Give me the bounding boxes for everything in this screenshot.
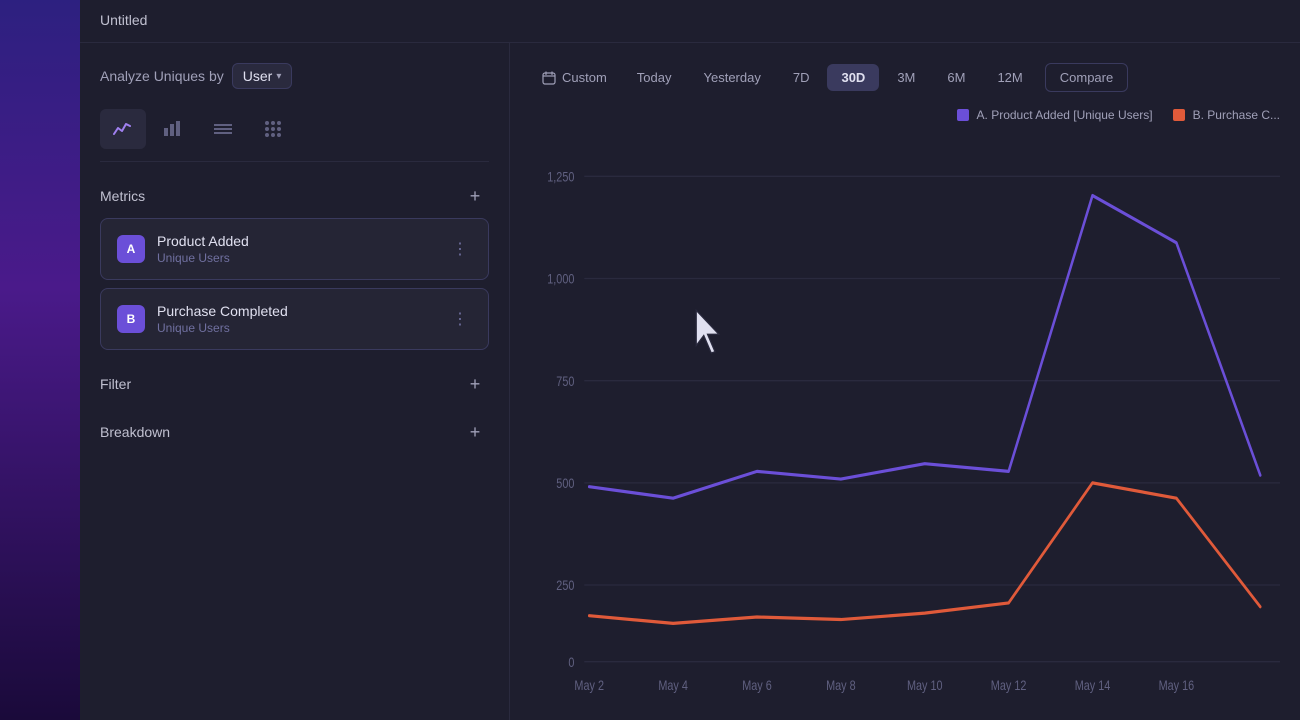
tab-grid-chart[interactable] — [250, 109, 296, 149]
series-b-line — [589, 483, 1260, 624]
main-content: Untitled Analyze Uniques by User ▾ — [80, 0, 1300, 720]
time-btn-30d[interactable]: 30D — [827, 64, 879, 91]
sidebar: Analyze Uniques by User ▾ — [80, 43, 510, 720]
tab-bar-chart[interactable] — [150, 109, 196, 149]
svg-text:0: 0 — [568, 654, 574, 670]
svg-text:May 8: May 8 — [826, 677, 856, 693]
svg-text:May 2: May 2 — [574, 677, 604, 693]
filter-title: Filter — [100, 376, 131, 392]
legend-dot-b — [1173, 109, 1185, 121]
metric-sub-a: Unique Users — [157, 251, 436, 265]
analyze-label: Analyze Uniques by — [100, 68, 224, 84]
metric-menu-b[interactable]: ⋮ — [448, 305, 472, 333]
metric-badge-b: B — [117, 305, 145, 333]
chart-svg: 1,250 1,000 750 500 250 0 — [530, 138, 1280, 700]
analyze-value: User — [243, 68, 273, 84]
chart-legend: A. Product Added [Unique Users] B. Purch… — [530, 108, 1280, 122]
legend-dot-a — [957, 109, 969, 121]
svg-text:May 6: May 6 — [742, 677, 772, 693]
metric-menu-a[interactable]: ⋮ — [448, 235, 472, 263]
metric-card-b: B Purchase Completed Unique Users ⋮ — [100, 288, 489, 350]
metric-name-a: Product Added — [157, 233, 436, 249]
metric-info-b: Purchase Completed Unique Users — [157, 303, 436, 335]
metrics-title: Metrics — [100, 188, 145, 204]
legend-label-a: A. Product Added [Unique Users] — [977, 108, 1153, 122]
legend-label-b: B. Purchase C... — [1193, 108, 1280, 122]
chart-tabs — [100, 109, 489, 162]
page-title: Untitled — [100, 12, 147, 28]
metrics-section: Metrics + A Product Added Unique Users ⋮… — [100, 182, 489, 350]
analyze-dropdown[interactable]: User ▾ — [232, 63, 293, 89]
content-area: Analyze Uniques by User ▾ — [80, 43, 1300, 720]
filter-section: Filter + — [100, 370, 489, 398]
svg-text:500: 500 — [556, 476, 574, 492]
series-a-line — [589, 195, 1260, 498]
metric-name-b: Purchase Completed — [157, 303, 436, 319]
svg-text:May 14: May 14 — [1075, 677, 1111, 693]
svg-text:1,000: 1,000 — [547, 271, 574, 287]
compare-button[interactable]: Compare — [1045, 63, 1128, 92]
metric-info-a: Product Added Unique Users — [157, 233, 436, 265]
svg-text:750: 750 — [556, 373, 574, 389]
svg-text:May 12: May 12 — [991, 677, 1027, 693]
time-btn-6m[interactable]: 6M — [933, 64, 979, 91]
chart-container: 1,250 1,000 750 500 250 0 — [530, 138, 1280, 700]
add-metric-button[interactable]: + — [461, 182, 489, 210]
time-btn-today[interactable]: Today — [623, 64, 686, 91]
tab-flow-chart[interactable] — [200, 109, 246, 149]
svg-text:May 4: May 4 — [658, 677, 688, 693]
svg-text:May 16: May 16 — [1159, 677, 1195, 693]
breakdown-section: Breakdown + — [100, 418, 489, 446]
chevron-down-icon: ▾ — [276, 71, 281, 82]
metric-card-a: A Product Added Unique Users ⋮ — [100, 218, 489, 280]
svg-text:250: 250 — [556, 578, 574, 594]
add-filter-button[interactable]: + — [461, 370, 489, 398]
custom-label: Custom — [562, 70, 607, 85]
time-range-bar: Custom Today Yesterday 7D 30D 3M 6M 12M … — [530, 63, 1280, 92]
metrics-header: Metrics + — [100, 182, 489, 210]
analyze-row: Analyze Uniques by User ▾ — [100, 63, 489, 89]
title-bar: Untitled — [80, 0, 1300, 43]
time-btn-yesterday[interactable]: Yesterday — [690, 64, 775, 91]
metric-sub-b: Unique Users — [157, 321, 436, 335]
legend-item-b: B. Purchase C... — [1173, 108, 1280, 122]
svg-text:May 10: May 10 — [907, 677, 943, 693]
accent-bar — [0, 0, 80, 720]
metric-badge-a: A — [117, 235, 145, 263]
time-btn-12m[interactable]: 12M — [983, 64, 1036, 91]
legend-item-a: A. Product Added [Unique Users] — [957, 108, 1153, 122]
svg-text:1,250: 1,250 — [547, 169, 574, 185]
breakdown-title: Breakdown — [100, 424, 170, 440]
chart-area: Custom Today Yesterday 7D 30D 3M 6M 12M … — [510, 43, 1300, 720]
custom-date-button[interactable]: Custom — [530, 64, 619, 91]
add-breakdown-button[interactable]: + — [461, 418, 489, 446]
time-btn-7d[interactable]: 7D — [779, 64, 824, 91]
time-btn-3m[interactable]: 3M — [883, 64, 929, 91]
tab-line-chart[interactable] — [100, 109, 146, 149]
